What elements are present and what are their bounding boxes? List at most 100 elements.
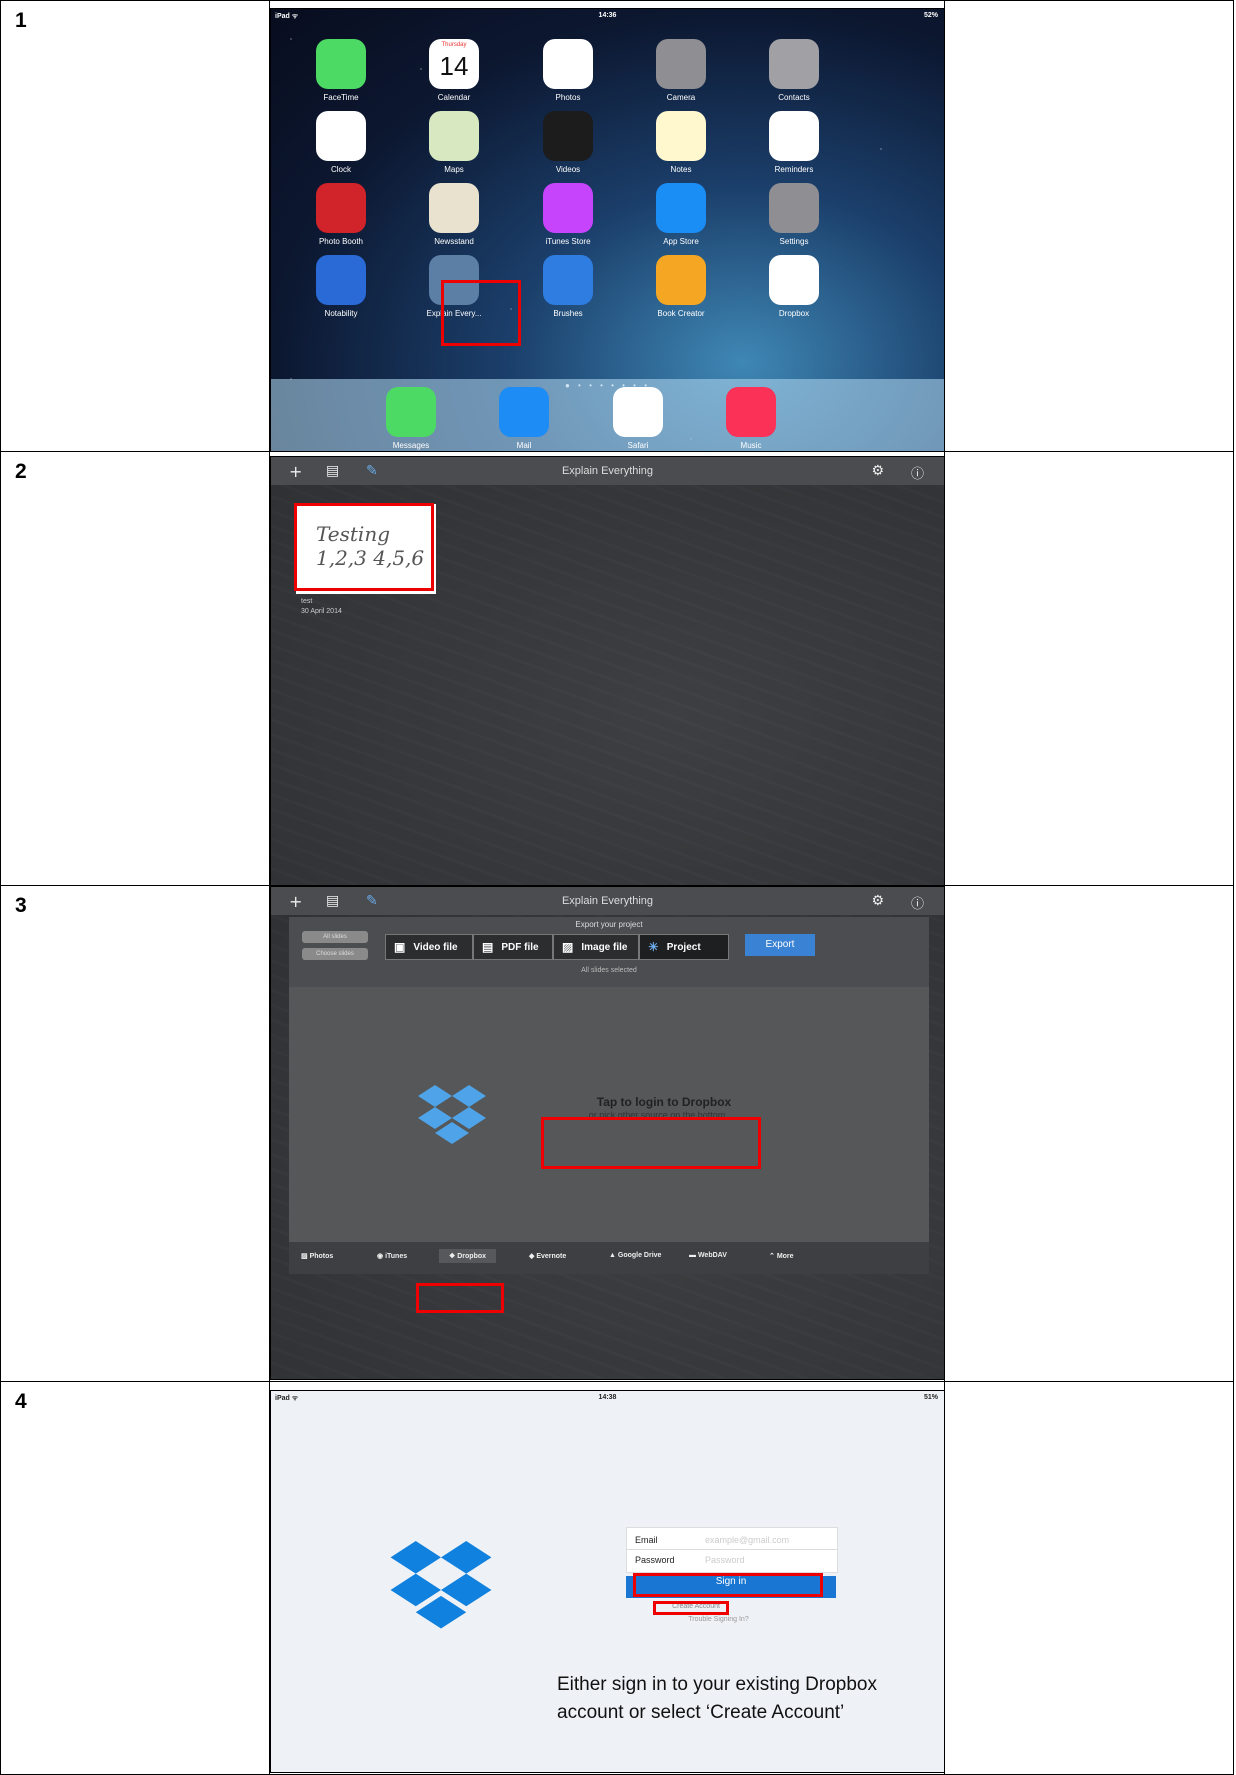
app-icon (316, 111, 366, 161)
export-button[interactable]: Export (745, 934, 815, 956)
step-number: 3 (15, 894, 27, 917)
app-app-store[interactable]: App Store (641, 183, 721, 246)
app-icon (769, 255, 819, 305)
app-label: Safari (627, 441, 649, 450)
calendar-weekday: Thursday (441, 42, 467, 48)
status-bar: iPad ᯤ 14:38 51% (271, 1391, 944, 1405)
app-settings[interactable]: Settings (754, 183, 834, 246)
dropbox-icon[interactable] (417, 1085, 487, 1147)
tab-itunes[interactable]: ◉ iTunes (377, 1252, 407, 1260)
trouble-signing-in-link[interactable]: Trouble Signing In? (631, 1616, 806, 1623)
app-contacts[interactable]: Contacts (754, 39, 834, 102)
app-label: Dropbox (778, 309, 810, 318)
dock-app-music[interactable]: Music (711, 387, 791, 450)
choose-slides-button[interactable]: Choose slides (302, 948, 368, 960)
app-label: Book Creator (657, 309, 705, 318)
app-newsstand[interactable]: Newsstand (414, 183, 494, 246)
tab-evernote[interactable]: ◆ Evernote (529, 1252, 566, 1260)
app-icon (656, 183, 706, 233)
dock-app-safari[interactable]: Safari (598, 387, 678, 450)
password-field[interactable]: Password (705, 1555, 745, 1565)
pdf-file-option[interactable]: ▤ PDF file (473, 934, 553, 960)
chevron-up-icon: ⌃ (769, 1253, 777, 1260)
app-icon (769, 111, 819, 161)
app-calendar[interactable]: Thursday 14 Calendar (414, 39, 494, 102)
app-label: Settings (779, 237, 809, 246)
drive-icon: ▬ (689, 1252, 698, 1259)
instruction-caption: Either sign in to your existing Dropbox … (557, 1674, 877, 1723)
project-date: 30 April 2014 (301, 608, 342, 615)
project-option[interactable]: ☀ Project (639, 934, 729, 960)
app-photos[interactable]: Photos (528, 39, 608, 102)
image-icon: ▨ (562, 940, 574, 954)
info-icon[interactable]: ⓘ (911, 463, 924, 482)
film-icon: ▣ (394, 940, 406, 954)
app-itunes-store[interactable]: iTunes Store (528, 183, 608, 246)
bulb-icon: ☀ (648, 940, 659, 954)
info-icon[interactable]: ⓘ (911, 893, 924, 912)
highlight-box (441, 280, 521, 346)
app-notes[interactable]: Notes (641, 111, 721, 174)
battery-percent: 52% (923, 12, 938, 19)
music-icon: ◉ (377, 1253, 386, 1260)
dropbox-login-prompt[interactable]: Tap to login to Dropbox (569, 1095, 759, 1109)
tab-dropbox[interactable]: ❖ Dropbox (439, 1249, 497, 1263)
app-icon (316, 255, 366, 305)
app-dropbox[interactable]: Dropbox (754, 255, 834, 318)
app-videos[interactable]: Videos (528, 111, 608, 174)
highlight-box (653, 1601, 729, 1615)
app-label: App Store (663, 237, 699, 246)
gear-icon[interactable]: ⚙ (871, 463, 884, 479)
app-title: Explain Everything (561, 895, 654, 907)
app-notability[interactable]: Notability (301, 255, 381, 318)
dropbox-icon: ❖ (449, 1253, 458, 1260)
app-facetime[interactable]: FaceTime (301, 39, 381, 102)
app-book-creator[interactable]: Book Creator (641, 255, 721, 318)
app-icon (769, 39, 819, 89)
tab-webdav[interactable]: ▬ WebDAV (689, 1252, 727, 1259)
app-icon (656, 111, 706, 161)
app-icon (769, 183, 819, 233)
all-slides-button[interactable]: All slides (302, 931, 368, 943)
app-label: Videos (555, 165, 581, 174)
highlight-box (416, 1283, 504, 1313)
tab-more[interactable]: ⌃ More (769, 1252, 794, 1260)
dropbox-login-screenshot: iPad ᯤ 14:38 51% Email example@gmail.com… (270, 1390, 945, 1773)
app-icon (543, 39, 593, 89)
gear-icon[interactable]: ⚙ (871, 893, 884, 909)
app-reminders[interactable]: Reminders (754, 111, 834, 174)
video-file-option[interactable]: ▣ Video file (385, 934, 473, 960)
export-heading: Export your project (575, 920, 643, 929)
app-title: Explain Everything (561, 465, 654, 477)
app-brushes[interactable]: Brushes (528, 255, 608, 318)
app-icon (613, 387, 663, 437)
app-icon (656, 39, 706, 89)
email-field[interactable]: example@gmail.com (705, 1535, 789, 1545)
app-clock[interactable]: Clock (301, 111, 381, 174)
app-icon (429, 111, 479, 161)
source-tab-bar: ▨ Photos ◉ iTunes ❖ Dropbox ◆ Evernote ▲… (289, 1242, 929, 1274)
step-number: 1 (15, 9, 27, 32)
app-camera[interactable]: Camera (641, 39, 721, 102)
app-toolbar: + ▤ ✎ Explain Everything ⚙ ⓘ (271, 457, 944, 485)
photos-icon: ▨ (301, 1253, 310, 1260)
dock-app-mail[interactable]: Mail (484, 387, 564, 450)
calendar-date: 14 (439, 51, 469, 81)
highlight-box (633, 1573, 823, 1597)
app-icon (316, 183, 366, 233)
dock-app-messages[interactable]: Messages (371, 387, 451, 450)
app-label: iTunes Store (545, 237, 591, 246)
app-maps[interactable]: Maps (414, 111, 494, 174)
app-icon (543, 255, 593, 305)
export-panel: Export your project All slides Choose sl… (289, 917, 929, 1274)
status-bar: iPad ᯤ 14:36 52% (271, 9, 944, 23)
image-file-option[interactable]: ▨ Image file (553, 934, 639, 960)
tab-google-drive[interactable]: ▲ Google Drive (609, 1252, 661, 1259)
app-toolbar: + ▤ ✎ Explain Everything ⚙ ⓘ (271, 887, 944, 915)
tab-photos[interactable]: ▨ Photos (301, 1252, 333, 1260)
app-label: Contacts (778, 93, 810, 102)
app-icon (386, 387, 436, 437)
export-header: Export your project All slides Choose sl… (289, 917, 929, 987)
clock-time: 14:36 (598, 12, 617, 19)
app-photo-booth[interactable]: Photo Booth (301, 183, 381, 246)
